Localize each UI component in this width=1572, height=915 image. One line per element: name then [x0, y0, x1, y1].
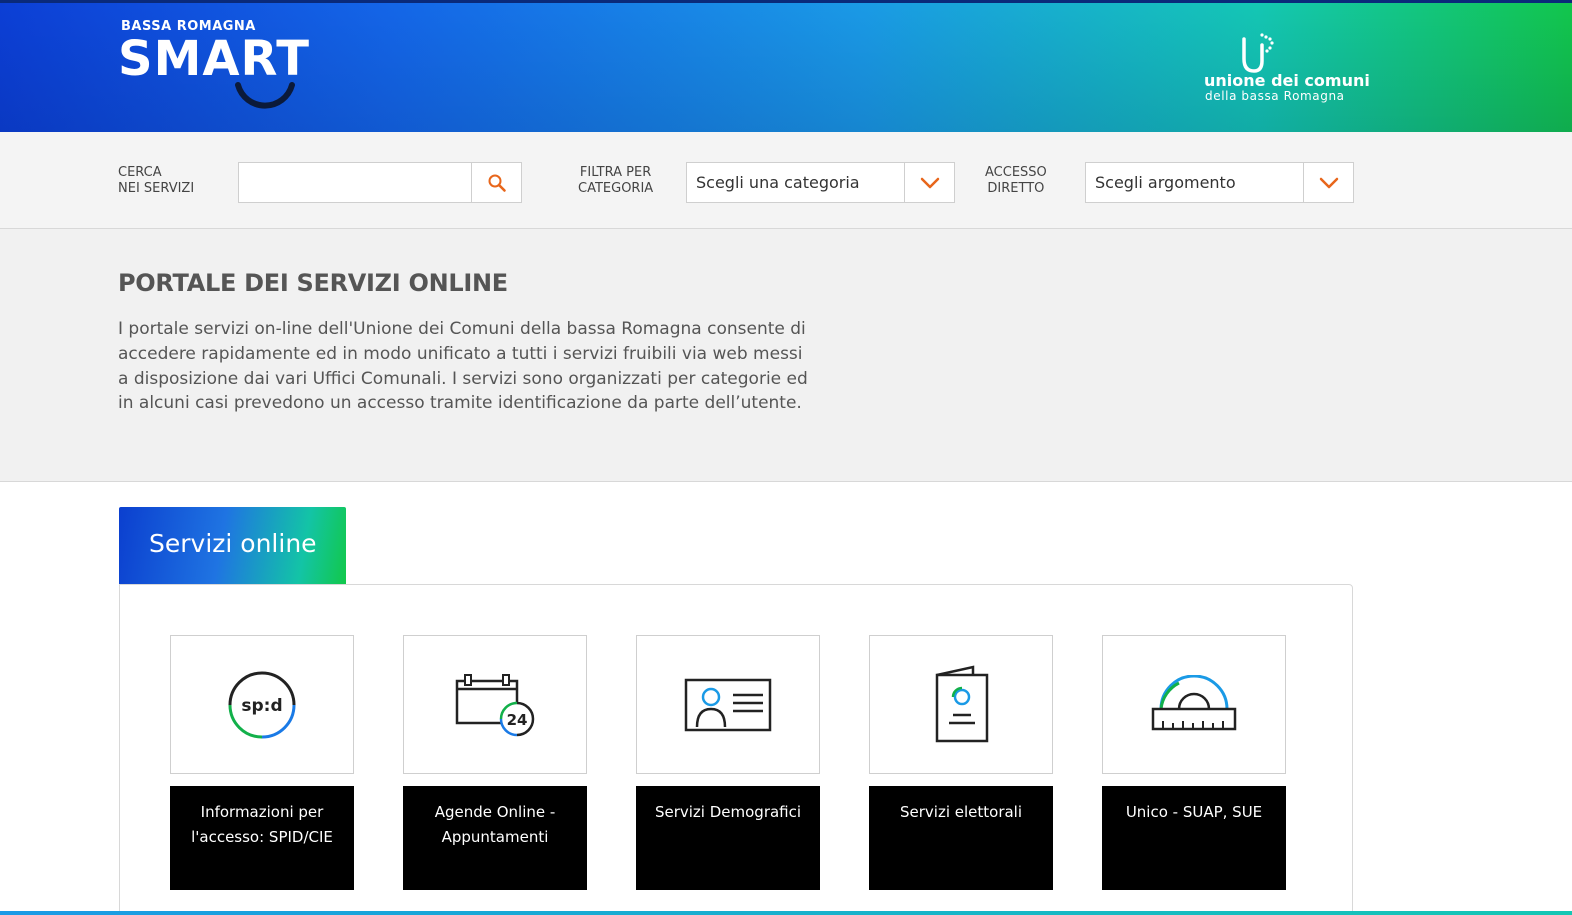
id-card-icon [684, 678, 772, 731]
category-select-arrow[interactable] [904, 163, 954, 202]
search-input[interactable] [239, 163, 471, 202]
service-card-label[interactable]: Agende Online - Appuntamenti [403, 786, 587, 890]
search-label-line1: CERCA [118, 165, 162, 180]
chevron-down-icon [1319, 177, 1338, 188]
search-icon [488, 174, 506, 192]
category-select-value: Scegli una categoria [696, 173, 860, 192]
intro-text: I portale servizi on-line dell'Unione de… [118, 319, 808, 414]
page-title: PORTALE DEI SERVIZI ONLINE [118, 269, 508, 297]
filter-label: FILTRA PER CATEGORIA [578, 165, 653, 197]
chevron-down-icon [920, 177, 939, 188]
search-label: CERCA NEI SERVIZI [118, 165, 194, 197]
search-label-line2: NEI SERVIZI [118, 181, 195, 196]
spid-icon: sp:d [228, 671, 296, 738]
tab-label: Servizi online [149, 529, 317, 558]
service-card-icon-box[interactable] [1102, 635, 1286, 774]
search-box [238, 162, 522, 203]
document-person-icon [935, 664, 989, 742]
topic-select-value: Scegli argomento [1095, 173, 1236, 192]
union-u-icon [1242, 33, 1274, 73]
service-card-icon-box[interactable]: 24 [403, 635, 587, 774]
service-card-agende[interactable]: 24 Agende Online - Appuntamenti [403, 635, 587, 890]
unione-comuni-logo[interactable]: unione dei comuni della bassa Romagna [1196, 29, 1370, 113]
topic-select-arrow[interactable] [1303, 163, 1353, 202]
service-card-icon-box[interactable]: sp:d [170, 635, 354, 774]
bassa-romagna-smart-logo[interactable]: BASSA ROMAGNA SMART [118, 17, 318, 121]
bottom-accent-line [0, 911, 1572, 915]
service-card-icon-box[interactable] [869, 635, 1053, 774]
service-card-demografici[interactable]: Servizi Demografici [636, 635, 820, 890]
filter-label-line1: FILTRA PER [579, 165, 652, 180]
category-select[interactable]: Scegli una categoria [686, 162, 955, 203]
service-card-spid[interactable]: sp:d Informazioni per l'accesso: SPID/CI… [170, 635, 354, 890]
union-line-1: unione dei comuni [1204, 71, 1370, 90]
site-header: BASSA ROMAGNA SMART unione dei comuni de… [0, 0, 1572, 132]
access-label-line2: DIRETTO [987, 181, 1045, 196]
service-card-label[interactable]: Unico - SUAP, SUE [1102, 786, 1286, 890]
service-card-suap[interactable]: Unico - SUAP, SUE [1102, 635, 1286, 890]
topic-select[interactable]: Scegli argomento [1085, 162, 1354, 203]
service-card-elettorali[interactable]: Servizi elettorali [869, 635, 1053, 890]
brand-big-text: SMART [118, 31, 311, 87]
search-button[interactable] [471, 163, 521, 202]
service-card-label[interactable]: Servizi elettorali [869, 786, 1053, 890]
calendar-icon-text: 24 [507, 711, 528, 729]
intro-section: PORTALE DEI SERVIZI ONLINE I portale ser… [0, 229, 1572, 482]
smile-arc-icon [235, 82, 295, 109]
service-card-label[interactable]: Informazioni per l'accesso: SPID/CIE [170, 786, 354, 890]
union-line-2: della bassa Romagna [1205, 89, 1345, 103]
calendar-24-icon: 24 [455, 673, 535, 736]
tab-servizi-online[interactable]: Servizi online [119, 507, 346, 584]
service-card-icon-box[interactable] [636, 635, 820, 774]
spid-icon-text: sp:d [241, 696, 282, 716]
filter-label-line2: CATEGORIA [578, 181, 654, 196]
access-label: ACCESSO DIRETTO [985, 165, 1047, 197]
protractor-ruler-icon [1151, 674, 1237, 730]
search-filter-bar: CERCA NEI SERVIZI FILTRA PER CATEGORIA S… [0, 132, 1572, 229]
access-label-line1: ACCESSO [985, 165, 1047, 180]
service-card-label[interactable]: Servizi Demografici [636, 786, 820, 890]
